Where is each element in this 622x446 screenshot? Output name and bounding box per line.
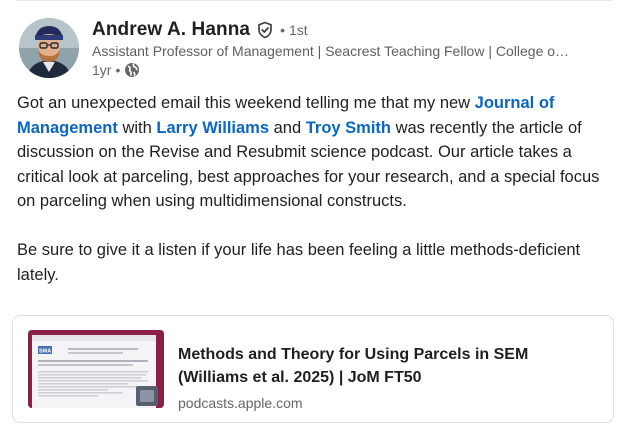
author-avatar[interactable]	[19, 18, 79, 78]
verified-shield-icon	[256, 21, 274, 39]
mention-troy-smith[interactable]: Troy Smith	[306, 119, 391, 137]
link-preview-card[interactable]: SMA Methods and Theory for Using Parcels…	[12, 315, 614, 423]
connection-degree: 1st	[289, 22, 308, 38]
post-paragraph-1: Got an unexpected email this weekend tel…	[17, 91, 607, 214]
avatar-image	[19, 18, 79, 78]
link-card-domain: podcasts.apple.com	[178, 395, 303, 411]
post-text: Got an unexpected email this weekend tel…	[17, 94, 475, 112]
globe-icon	[124, 62, 140, 78]
link-thumbnail: SMA	[28, 330, 164, 408]
thumb-logo-text: SMA	[39, 349, 51, 355]
degree-separator: •	[280, 22, 285, 38]
post-time: 1yr	[92, 62, 112, 78]
author-headline: Assistant Professor of Management | Seac…	[92, 43, 570, 59]
post-body: Got an unexpected email this weekend tel…	[17, 91, 607, 287]
link-card-title[interactable]: Methods and Theory for Using Parcels in …	[178, 343, 598, 389]
author-line: Andrew A. Hanna • 1st	[92, 19, 308, 41]
post-header: Andrew A. Hanna • 1st Assistant Professo…	[19, 18, 609, 82]
mention-larry-williams[interactable]: Larry Williams	[156, 119, 269, 137]
post-paragraph-2: Be sure to give it a listen if your life…	[17, 241, 581, 284]
author-name[interactable]: Andrew A. Hanna	[92, 19, 250, 41]
top-divider	[16, 0, 612, 1]
post-text: with	[117, 118, 157, 137]
post-text: and	[269, 118, 306, 137]
meta-separator: •	[115, 62, 121, 78]
post-meta: 1yr •	[92, 62, 140, 78]
